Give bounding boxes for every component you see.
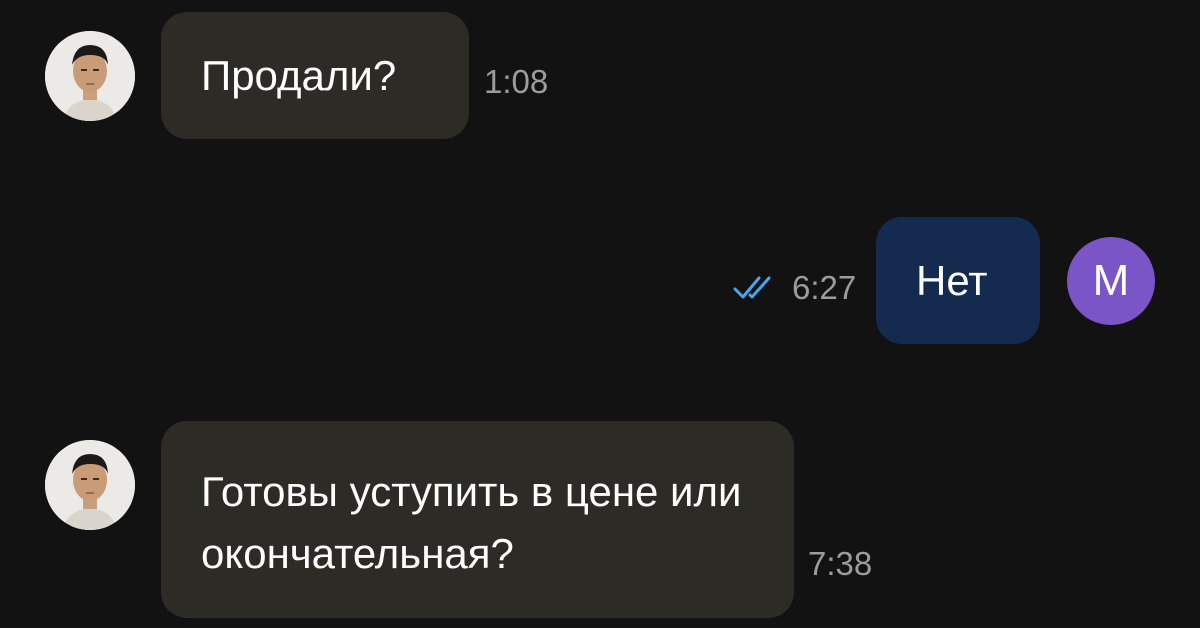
message-time: 7:38 <box>808 545 873 582</box>
person-photo-icon <box>45 440 135 530</box>
message-text: Нет <box>916 257 988 304</box>
my-avatar[interactable]: M <box>1067 237 1155 325</box>
contact-avatar[interactable] <box>45 31 135 121</box>
message-time: 6:27 <box>792 269 857 306</box>
message-text: Готовы уступить в цене или окончательная… <box>201 468 742 577</box>
incoming-message-bubble[interactable]: Продали? <box>161 12 469 139</box>
person-photo-icon <box>45 31 135 121</box>
incoming-message-bubble[interactable]: Готовы уступить в цене или окончательная… <box>161 421 794 618</box>
avatar-letter: M <box>1092 256 1130 305</box>
message-time: 1:08 <box>484 63 549 100</box>
double-check-icon <box>733 276 771 299</box>
message-text: Продали? <box>201 52 397 99</box>
contact-avatar[interactable] <box>45 440 135 530</box>
outgoing-message-bubble[interactable]: Нет <box>876 217 1040 344</box>
